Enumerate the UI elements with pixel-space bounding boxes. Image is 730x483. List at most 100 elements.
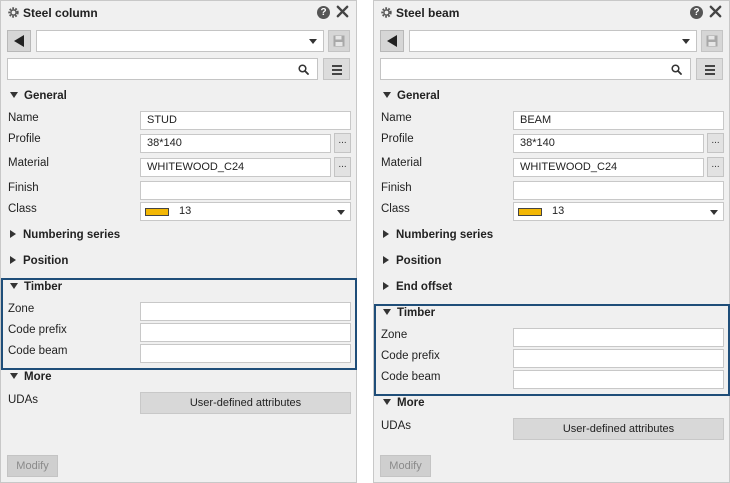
preset-dropdown[interactable] [36, 30, 324, 52]
close-icon[interactable] [708, 4, 723, 19]
back-arrow-icon [387, 35, 397, 47]
name-field[interactable]: BEAM [513, 111, 724, 130]
name-field[interactable]: STUD [140, 111, 351, 130]
section-numbering-series[interactable]: Numbering series [383, 229, 493, 241]
title-bar: Steel column ? [1, 1, 356, 25]
section-label: Position [396, 255, 442, 267]
chevron-down-icon [710, 210, 718, 215]
section-more[interactable]: More [10, 371, 51, 383]
section-timber[interactable]: Timber [383, 307, 435, 319]
material-field[interactable]: WHITEWOOD_C24 [513, 158, 704, 177]
class-dropdown[interactable]: 13 [513, 202, 724, 221]
section-label: General [24, 90, 67, 102]
chevron-down-icon [682, 39, 690, 44]
section-end-offset[interactable]: End offset [383, 281, 452, 293]
modify-button[interactable]: Modify [7, 455, 58, 477]
name-label: Name [381, 112, 412, 124]
chevron-right-icon [383, 256, 389, 264]
code-prefix-field[interactable] [513, 349, 724, 368]
class-color-swatch [518, 208, 542, 216]
material-label: Material [8, 157, 49, 169]
back-arrow-icon [14, 35, 24, 47]
search-icon [298, 64, 309, 75]
section-label: More [24, 371, 52, 383]
chevron-down-icon [383, 399, 391, 405]
material-browse-button[interactable]: ... [334, 157, 351, 177]
help-icon[interactable]: ? [690, 6, 703, 19]
class-label: Class [381, 203, 410, 215]
steel-column-panel: Steel column ? General Name STUD Profile… [0, 0, 357, 483]
back-button[interactable] [7, 30, 31, 52]
code-beam-label: Code beam [381, 371, 441, 383]
zone-label: Zone [381, 329, 408, 341]
section-more[interactable]: More [383, 397, 424, 409]
udas-label: UDAs [381, 420, 412, 432]
material-field[interactable]: WHITEWOOD_C24 [140, 158, 331, 177]
close-icon[interactable] [335, 4, 350, 19]
class-label: Class [8, 203, 37, 215]
material-label: Material [381, 157, 422, 169]
section-label: Timber [397, 307, 436, 319]
section-general[interactable]: General [383, 90, 440, 102]
save-button[interactable] [328, 30, 350, 52]
profile-browse-button[interactable]: ... [707, 133, 724, 153]
finish-field[interactable] [140, 181, 351, 200]
section-label: More [397, 397, 425, 409]
section-general[interactable]: General [10, 90, 67, 102]
zone-field[interactable] [513, 328, 724, 347]
panel-title: Steel column [23, 6, 98, 20]
code-prefix-label: Code prefix [381, 350, 440, 362]
chevron-right-icon [383, 230, 389, 238]
section-timber[interactable]: Timber [10, 281, 62, 293]
zone-field[interactable] [140, 302, 351, 321]
search-input[interactable] [380, 58, 691, 80]
code-beam-label: Code beam [8, 345, 68, 357]
chevron-down-icon [10, 373, 18, 379]
help-icon[interactable]: ? [317, 6, 330, 19]
code-beam-field[interactable] [140, 344, 351, 363]
class-value: 13 [179, 205, 192, 217]
chevron-down-icon [337, 210, 345, 215]
name-label: Name [8, 112, 39, 124]
section-label: General [397, 90, 440, 102]
save-icon [706, 35, 718, 47]
finish-field[interactable] [513, 181, 724, 200]
profile-field[interactable]: 38*140 [140, 134, 331, 153]
chevron-down-icon [10, 283, 18, 289]
section-label: Numbering series [396, 229, 494, 241]
gear-icon [8, 7, 19, 18]
menu-button[interactable] [323, 58, 350, 80]
class-dropdown[interactable]: 13 [140, 202, 351, 221]
user-defined-attributes-button[interactable]: User-defined attributes [513, 418, 724, 440]
back-button[interactable] [380, 30, 404, 52]
code-prefix-field[interactable] [140, 323, 351, 342]
section-numbering-series[interactable]: Numbering series [10, 229, 120, 241]
search-input[interactable] [7, 58, 318, 80]
code-beam-field[interactable] [513, 370, 724, 389]
save-button[interactable] [701, 30, 723, 52]
udas-label: UDAs [8, 394, 39, 406]
user-defined-attributes-button[interactable]: User-defined attributes [140, 392, 351, 414]
code-prefix-label: Code prefix [8, 324, 67, 336]
section-position[interactable]: Position [10, 255, 68, 267]
profile-field[interactable]: 38*140 [513, 134, 704, 153]
gear-icon [381, 7, 392, 18]
finish-label: Finish [8, 182, 39, 194]
zone-label: Zone [8, 303, 35, 315]
preset-dropdown[interactable] [409, 30, 697, 52]
profile-browse-button[interactable]: ... [334, 133, 351, 153]
chevron-down-icon [309, 39, 317, 44]
section-position[interactable]: Position [383, 255, 441, 267]
finish-label: Finish [381, 182, 412, 194]
steel-beam-panel: Steel beam ? General Name BEAM Profile 3… [373, 0, 730, 483]
chevron-down-icon [10, 92, 18, 98]
panel-title: Steel beam [396, 6, 460, 20]
chevron-down-icon [383, 92, 391, 98]
class-value: 13 [552, 205, 565, 217]
chevron-right-icon [10, 256, 16, 264]
menu-button[interactable] [696, 58, 723, 80]
modify-button[interactable]: Modify [380, 455, 431, 477]
search-icon [671, 64, 682, 75]
material-browse-button[interactable]: ... [707, 157, 724, 177]
profile-label: Profile [8, 133, 41, 145]
